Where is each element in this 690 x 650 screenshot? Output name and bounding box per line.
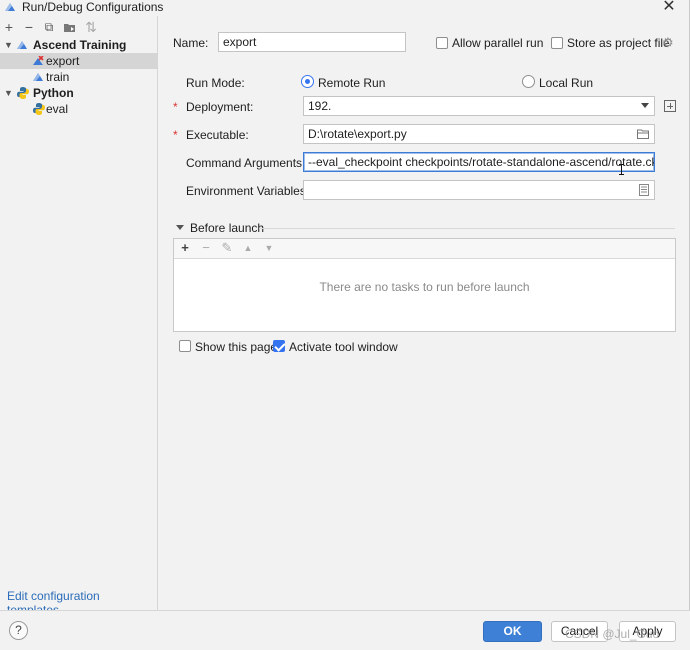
title-bar: Run/Debug Configurations ✕ bbox=[0, 0, 690, 16]
executable-value: D:\rotate\export.py bbox=[308, 127, 407, 141]
tree-group-python[interactable]: ▼ Python bbox=[0, 85, 158, 101]
remote-run-label: Remote Run bbox=[318, 76, 386, 90]
app-icon bbox=[5, 3, 15, 11]
show-this-page-checkbox[interactable] bbox=[179, 340, 191, 352]
section-divider bbox=[259, 228, 675, 229]
deployment-label: Deployment: bbox=[186, 100, 254, 114]
command-arguments-input[interactable]: --eval_checkpoint checkpoints/rotate-sta… bbox=[303, 152, 655, 172]
local-run-label: Local Run bbox=[539, 76, 594, 90]
add-deployment-icon[interactable] bbox=[664, 100, 676, 112]
collapse-arrow-icon[interactable] bbox=[176, 225, 184, 230]
configurations-tree: ▼ Ascend Training export train ▼ Python … bbox=[0, 37, 158, 117]
required-marker: * bbox=[173, 128, 178, 142]
allow-parallel-run-label: Allow parallel run bbox=[452, 36, 544, 50]
move-up-button[interactable]: ▲ bbox=[241, 241, 255, 255]
ascend-training-icon bbox=[17, 41, 27, 49]
store-as-project-file-checkbox[interactable] bbox=[551, 37, 563, 49]
tree-group-label: Python bbox=[33, 86, 74, 100]
tree-item-label: export bbox=[46, 54, 80, 68]
run-debug-configurations-dialog: Run/Debug Configurations ✕ + − ⧉ ⇅ ▼ Asc… bbox=[0, 0, 690, 650]
document-icon[interactable] bbox=[639, 184, 649, 196]
python-config-icon bbox=[33, 103, 45, 115]
configuration-form: Name: export Allow parallel run Store as… bbox=[159, 16, 689, 610]
folder-move-icon[interactable] bbox=[63, 21, 77, 35]
command-arguments-label: Command Arguments: bbox=[186, 156, 306, 170]
configurations-sidebar: + − ⧉ ⇅ ▼ Ascend Training export train ▼… bbox=[0, 16, 158, 617]
watermark: CSDN @Jul_Guo bbox=[565, 627, 660, 641]
folder-icon[interactable] bbox=[637, 129, 649, 139]
sidebar-toolbar: + − ⧉ ⇅ bbox=[0, 18, 158, 36]
run-mode-label: Run Mode: bbox=[186, 76, 245, 90]
dialog-footer: ? OK Cancel Apply CSDN @Jul_Guo bbox=[0, 610, 690, 650]
remove-task-button[interactable]: − bbox=[199, 241, 213, 255]
gear-icon[interactable]: ⚙ bbox=[662, 36, 674, 49]
tree-item-export[interactable]: export bbox=[0, 53, 158, 69]
edit-task-button[interactable]: ✎ bbox=[220, 241, 234, 255]
before-launch-title: Before launch bbox=[190, 221, 265, 235]
help-button[interactable]: ? bbox=[9, 621, 28, 640]
deployment-value: 192. bbox=[308, 99, 332, 113]
add-task-button[interactable]: + bbox=[178, 241, 192, 255]
sort-configurations-button[interactable]: ⇅ bbox=[84, 20, 98, 34]
python-icon bbox=[17, 87, 29, 99]
before-launch-tasks-list: + − ✎ ▲ ▼ There are no tasks to run befo… bbox=[173, 238, 676, 332]
window-title: Run/Debug Configurations bbox=[22, 0, 164, 14]
environment-variables-input[interactable] bbox=[303, 180, 655, 200]
local-run-radio[interactable] bbox=[522, 75, 535, 88]
tree-item-eval[interactable]: eval bbox=[0, 101, 158, 117]
close-button[interactable]: ✕ bbox=[660, 0, 678, 15]
chevron-down-icon bbox=[641, 103, 649, 108]
tree-group-label: Ascend Training bbox=[33, 38, 127, 52]
remote-run-radio[interactable] bbox=[301, 75, 314, 88]
name-label: Name: bbox=[173, 36, 209, 50]
before-launch-toolbar: + − ✎ ▲ ▼ bbox=[174, 239, 675, 259]
activate-tool-window-label: Activate tool window bbox=[289, 340, 398, 354]
tree-group-ascend-training[interactable]: ▼ Ascend Training bbox=[0, 37, 158, 53]
text-cursor bbox=[619, 164, 624, 175]
move-down-button[interactable]: ▼ bbox=[262, 241, 276, 255]
allow-parallel-run-checkbox[interactable] bbox=[436, 37, 448, 49]
tree-item-train[interactable]: train bbox=[0, 69, 158, 85]
name-input[interactable]: export bbox=[218, 32, 406, 52]
deployment-select[interactable]: 192. bbox=[303, 96, 655, 116]
add-configuration-button[interactable]: + bbox=[2, 20, 16, 34]
empty-tasks-message: There are no tasks to run before launch bbox=[319, 280, 530, 294]
tree-item-label: eval bbox=[46, 102, 69, 116]
copy-configuration-button[interactable]: ⧉ bbox=[42, 20, 56, 34]
required-marker: * bbox=[173, 100, 178, 114]
executable-label: Executable: bbox=[186, 128, 249, 142]
store-as-project-file-label: Store as project file bbox=[567, 36, 670, 50]
environment-variables-label: Environment Variables: bbox=[186, 184, 310, 198]
ascend-config-icon bbox=[33, 73, 43, 81]
executable-input[interactable]: D:\rotate\export.py bbox=[303, 124, 655, 144]
tree-item-label: train bbox=[46, 70, 70, 84]
ok-button[interactable]: OK bbox=[483, 621, 542, 642]
ascend-error-config-icon bbox=[33, 56, 44, 65]
remove-configuration-button[interactable]: − bbox=[22, 20, 36, 34]
expand-arrow-icon[interactable]: ▼ bbox=[4, 37, 14, 53]
activate-tool-window-checkbox[interactable] bbox=[273, 340, 285, 352]
show-this-page-label: Show this page bbox=[195, 340, 278, 354]
expand-arrow-icon[interactable]: ▼ bbox=[4, 85, 14, 101]
